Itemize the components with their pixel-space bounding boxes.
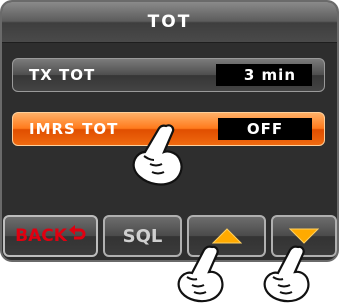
screen-title: TOT (2, 2, 337, 43)
pointing-hand-icon (177, 245, 224, 303)
setting-value-imrs-tot: OFF (218, 118, 312, 140)
return-arrow-icon (68, 225, 86, 240)
sql-button-label: SQL (122, 225, 163, 247)
triangle-down-icon (289, 228, 319, 244)
back-button-label: BACK (15, 226, 67, 246)
triangle-up-icon (211, 228, 242, 244)
pointing-hand-icon (132, 124, 183, 186)
setting-label-imrs-tot: IMRS TOT (29, 120, 119, 138)
setting-value-tx-tot: 3 min (216, 64, 312, 86)
back-button[interactable]: BACK (3, 215, 98, 257)
setting-label-tx-tot: TX TOT (29, 66, 96, 84)
sql-button[interactable]: SQL (103, 215, 182, 257)
setting-row-tx-tot[interactable]: TX TOT 3 min (12, 58, 325, 92)
pointing-hand-icon (263, 245, 310, 303)
